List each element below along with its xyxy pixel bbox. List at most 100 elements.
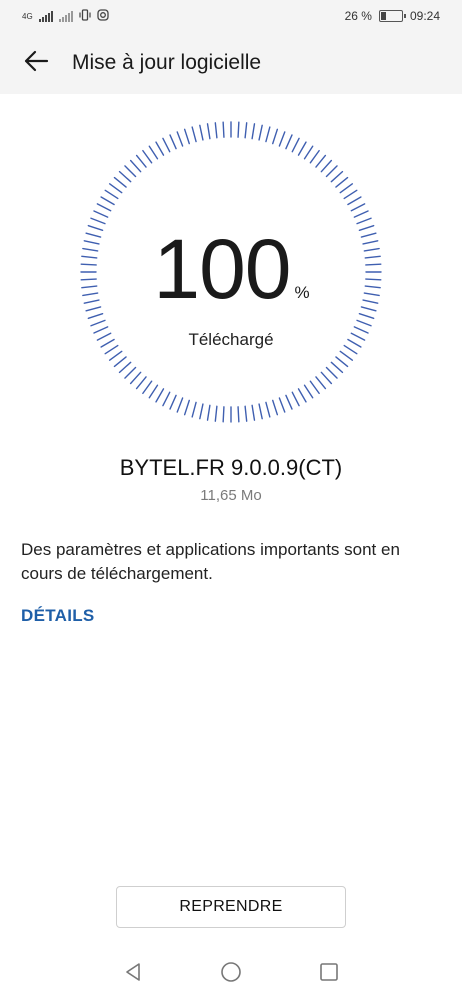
progress-tick — [258, 124, 263, 141]
progress-tick — [315, 154, 327, 168]
square-recents-icon — [319, 962, 339, 987]
progress-tick — [108, 350, 123, 361]
progress-tick — [244, 405, 248, 422]
update-version: BYTEL.FR 9.0.0.9(CT) — [119, 455, 343, 480]
resume-button[interactable]: REPRENDRE — [116, 886, 346, 928]
progress-tick — [347, 196, 362, 206]
progress-tick — [303, 384, 314, 399]
vibrate-icon — [79, 8, 91, 24]
download-status: Téléchargé — [188, 330, 274, 349]
progress-tick — [222, 121, 225, 138]
progress-tick — [291, 391, 300, 407]
nav-home-button[interactable] — [182, 948, 280, 1000]
progress-tick — [199, 403, 204, 420]
progress-tick — [358, 313, 375, 320]
progress-tick — [330, 361, 344, 374]
progress-tick — [118, 361, 132, 374]
progress-tick — [214, 122, 218, 139]
progress-tick — [291, 137, 300, 153]
progress-tick — [214, 405, 218, 422]
progress-tick — [142, 149, 153, 164]
progress-tick — [162, 137, 171, 153]
signal-no-service-icon — [58, 10, 73, 22]
progress-tick — [135, 154, 147, 168]
progress-tick — [104, 189, 119, 200]
arrow-left-icon — [23, 50, 49, 77]
progress-tick — [244, 122, 248, 139]
status-right-group: 26 % 09:24 — [345, 9, 440, 23]
progress-tick — [325, 165, 338, 178]
progress-tick — [339, 183, 354, 194]
progress-tick — [335, 356, 349, 368]
progress-tick — [199, 124, 204, 141]
battery-level-fill — [380, 12, 386, 20]
progress-tick — [285, 394, 293, 410]
battery-icon — [378, 10, 406, 22]
progress-tick — [183, 399, 190, 416]
triangle-back-icon — [123, 962, 143, 987]
update-size: 11,65 Mo — [200, 487, 262, 504]
circle-home-icon — [220, 961, 242, 988]
progress-tick — [90, 217, 106, 225]
progress-tick — [191, 401, 197, 418]
progress-tick — [315, 376, 327, 390]
status-bar: 4G 26 % 09:24 — [0, 0, 462, 32]
page-title: Mise à jour logicielle — [72, 51, 262, 74]
back-button[interactable] — [6, 32, 66, 94]
download-progress-ring: 100% Téléchargé — [79, 120, 383, 424]
progress-tick — [118, 170, 132, 183]
progress-tick — [251, 404, 256, 421]
progress-value: 100 — [153, 222, 291, 316]
progress-tick — [155, 388, 165, 403]
progress-tick — [135, 376, 147, 390]
progress-tick — [350, 203, 366, 212]
progress-unit: % — [294, 283, 310, 302]
progress-tick — [87, 313, 104, 320]
progress-tick — [100, 196, 115, 206]
details-link[interactable]: DÉTAILS — [21, 606, 95, 626]
progress-tick — [330, 170, 344, 183]
progress-tick — [309, 149, 320, 164]
progress-tick — [265, 401, 271, 418]
download-message: Des paramètres et applications important… — [21, 540, 400, 583]
progress-tick — [129, 159, 142, 173]
progress-tick — [320, 371, 333, 385]
progress-tick — [285, 134, 293, 150]
progress-tick — [93, 210, 109, 218]
progress-tick — [251, 123, 256, 140]
progress-tick — [176, 397, 184, 413]
progress-tick — [129, 371, 142, 385]
status-left-group: 4G — [22, 8, 109, 24]
progress-tick — [169, 394, 177, 410]
nav-back-button[interactable] — [84, 948, 182, 1000]
progress-tick — [108, 183, 123, 194]
progress-tick — [343, 189, 358, 200]
progress-tick — [272, 128, 279, 145]
progress-tick — [297, 388, 307, 403]
instagram-icon — [97, 8, 109, 24]
progress-tick — [325, 366, 338, 379]
progress-tick — [222, 406, 225, 423]
nav-recents-button[interactable] — [280, 948, 378, 1000]
progress-tick — [303, 145, 314, 160]
progress-tick — [169, 134, 177, 150]
progress-tick — [237, 121, 240, 138]
system-nav-bar — [0, 948, 462, 1000]
progress-tick — [176, 131, 184, 147]
app-bar: Mise à jour logicielle — [0, 32, 462, 94]
progress-tick — [96, 203, 112, 212]
progress-tick — [320, 159, 333, 173]
progress-tick — [353, 210, 369, 218]
progress-tick — [339, 350, 354, 361]
progress-tick — [265, 126, 271, 143]
progress-tick — [258, 403, 263, 420]
progress-tick — [297, 141, 307, 156]
network-type-label: 4G — [22, 11, 33, 21]
progress-percent: 100% — [79, 227, 383, 311]
clock: 09:24 — [409, 9, 440, 23]
progress-tick — [278, 397, 286, 413]
progress-tick — [309, 380, 320, 395]
progress-tick — [162, 391, 171, 407]
progress-tick — [124, 165, 137, 178]
progress-tick — [237, 406, 240, 423]
